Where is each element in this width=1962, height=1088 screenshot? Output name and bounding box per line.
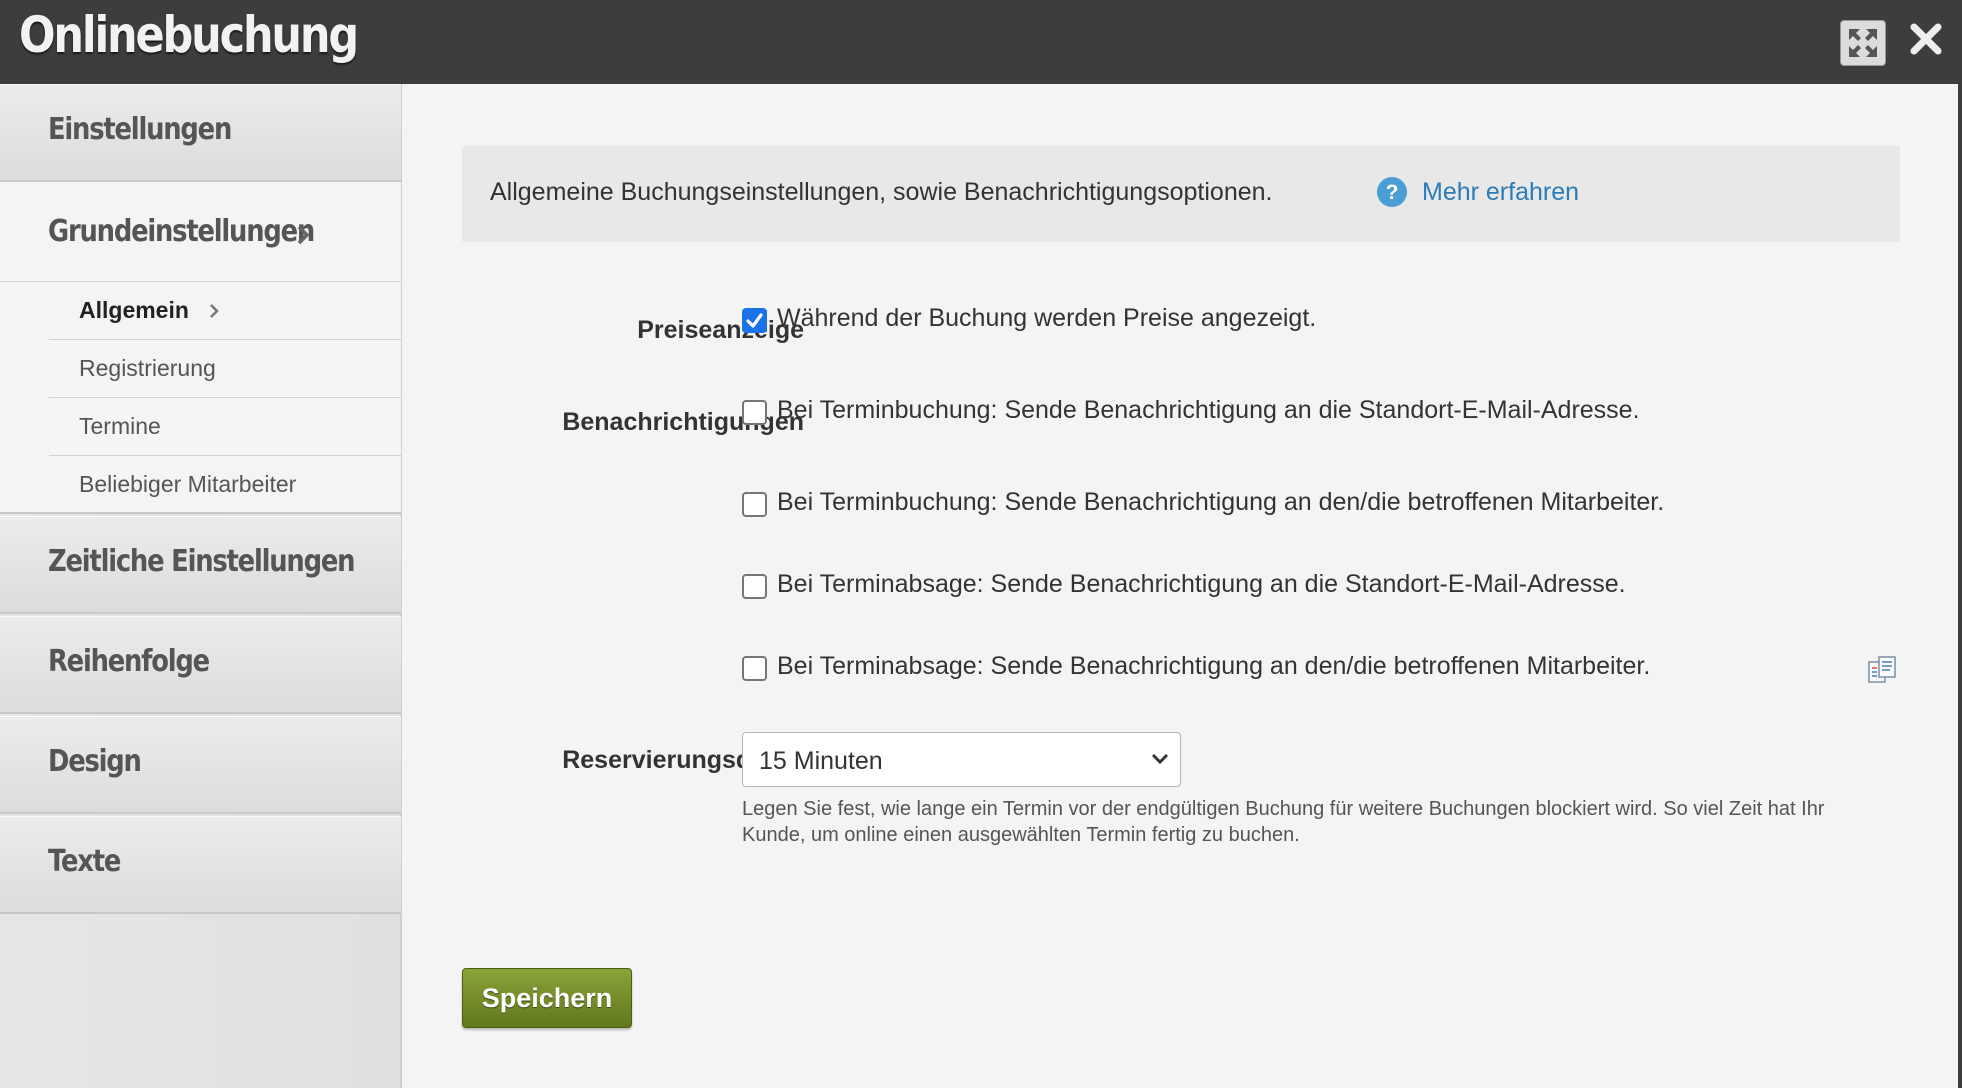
copy-settings-icon[interactable] xyxy=(1866,654,1898,686)
notify-booking-staff-checkbox[interactable] xyxy=(742,492,767,517)
reservation-duration-select[interactable]: 15 Minuten xyxy=(742,732,1181,787)
notify-booking-location-label: Bei Terminbuchung: Sende Benachrichtigun… xyxy=(777,396,1640,424)
svg-text:?: ? xyxy=(1386,181,1399,204)
sidebar-section-label: Zeitliche Einstellungen xyxy=(48,544,356,579)
reservation-duration-hint: Legen Sie fest, wie lange ein Termin vor… xyxy=(742,798,1825,846)
notify-cancel-location-checkbox[interactable] xyxy=(742,574,767,599)
window-border xyxy=(1958,84,1962,1088)
sidebar-item-label: Termine xyxy=(79,413,161,439)
notifications-label: Benachrichtigungen xyxy=(562,408,804,436)
sidebar-section-design[interactable]: Design xyxy=(0,716,401,814)
sidebar-item-allgemein[interactable]: Allgemein xyxy=(49,282,401,340)
notify-cancel-staff-label: Bei Terminabsage: Sende Benachrichtigung… xyxy=(777,652,1651,680)
sidebar-item-termine[interactable]: Termine xyxy=(49,398,401,456)
sidebar-item-registrierung[interactable]: Registrierung xyxy=(49,340,401,398)
notify-cancel-staff-checkbox[interactable] xyxy=(742,656,767,681)
info-text: Allgemeine Buchungseinstellungen, sowie … xyxy=(490,178,1273,206)
reservation-duration-value: 15 Minuten xyxy=(759,747,883,775)
chevron-right-icon xyxy=(297,225,310,245)
sidebar-item-beliebiger-mitarbeiter[interactable]: Beliebiger Mitarbeiter xyxy=(49,456,401,514)
sidebar-submenu: Allgemein Registrierung Termine Beliebig… xyxy=(0,282,401,514)
sidebar-subsection-label: Grundeinstellungen xyxy=(48,214,315,249)
notify-cancel-location-label: Bei Terminabsage: Sende Benachrichtigung… xyxy=(777,570,1626,598)
question-circle-icon[interactable]: ? xyxy=(1376,176,1408,208)
chevron-right-icon xyxy=(210,304,219,318)
onlinebuchung-window: Onlinebuchung Einstellungen Grundeinstel… xyxy=(0,0,1962,1088)
close-x-icon xyxy=(1910,23,1942,55)
info-box: Allgemeine Buchungseinstellungen, sowie … xyxy=(462,146,1900,242)
sidebar-section-einstellungen[interactable]: Einstellungen xyxy=(0,84,401,182)
sidebar-section-label: Texte xyxy=(48,844,121,879)
sidebar-section-texte[interactable]: Texte xyxy=(0,816,401,914)
save-button[interactable]: Speichern xyxy=(462,968,632,1028)
sidebar-item-label: Beliebiger Mitarbeiter xyxy=(79,471,297,497)
expand-button[interactable] xyxy=(1840,20,1886,66)
sidebar-section-reihenfolge[interactable]: Reihenfolge xyxy=(0,616,401,714)
save-button-label: Speichern xyxy=(481,983,613,1013)
chevron-down-icon xyxy=(1151,753,1169,765)
settings-panel: Allgemeine Buchungseinstellungen, sowie … xyxy=(404,84,1958,1088)
sidebar: Einstellungen Grundeinstellungen Allgeme… xyxy=(0,84,402,1088)
sidebar-section-label: Reihenfolge xyxy=(48,644,210,679)
price-display-option-label: Während der Buchung werden Preise angeze… xyxy=(777,304,1317,332)
window-title: Onlinebuchung xyxy=(19,6,359,64)
expand-arrows-icon xyxy=(1849,29,1877,57)
sidebar-item-label: Allgemein xyxy=(79,297,189,323)
learn-more-link[interactable]: Mehr erfahren xyxy=(1422,178,1579,207)
notify-booking-staff-label: Bei Terminbuchung: Sende Benachrichtigun… xyxy=(777,488,1665,516)
notify-booking-location-checkbox[interactable] xyxy=(742,400,767,425)
titlebar: Onlinebuchung xyxy=(0,0,1962,84)
sidebar-section-label: Einstellungen xyxy=(48,112,232,147)
close-button[interactable] xyxy=(1906,17,1946,63)
sidebar-item-grundeinstellungen[interactable]: Grundeinstellungen xyxy=(0,182,401,282)
sidebar-section-label: Design xyxy=(48,744,142,779)
sidebar-section-zeitliche-einstellungen[interactable]: Zeitliche Einstellungen xyxy=(0,516,401,614)
checkmark-icon xyxy=(746,313,763,328)
sidebar-item-label: Registrierung xyxy=(79,355,216,381)
price-display-checkbox[interactable] xyxy=(742,308,767,333)
